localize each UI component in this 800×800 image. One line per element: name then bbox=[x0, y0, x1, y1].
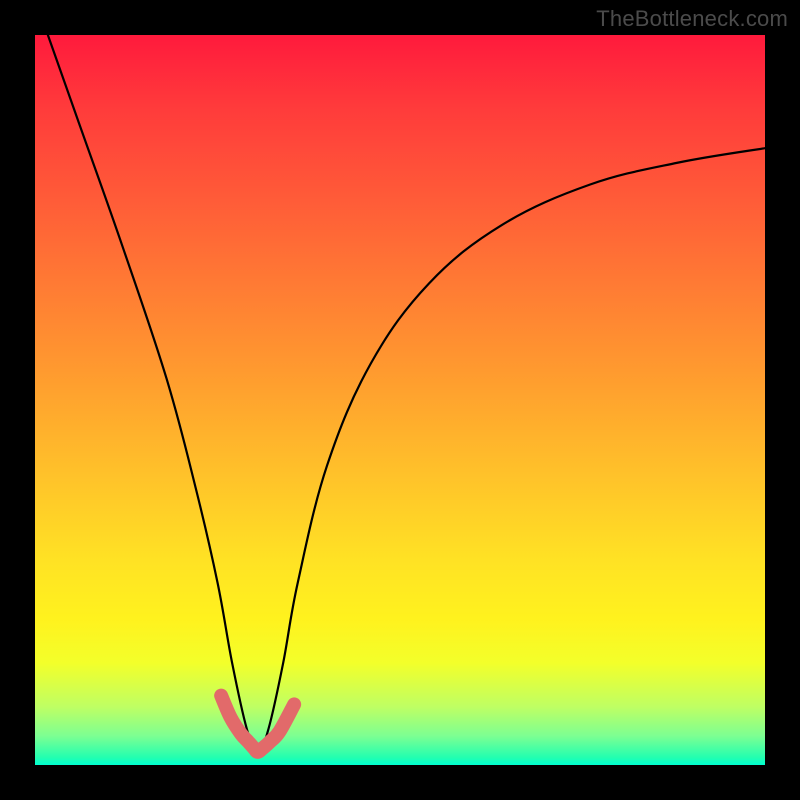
plot-area bbox=[35, 35, 765, 765]
bottom-highlight bbox=[221, 696, 294, 752]
chart-frame: TheBottleneck.com bbox=[0, 0, 800, 800]
curve-svg bbox=[35, 35, 765, 765]
bottleneck-curve bbox=[35, 0, 765, 754]
watermark-text: TheBottleneck.com bbox=[596, 6, 788, 32]
